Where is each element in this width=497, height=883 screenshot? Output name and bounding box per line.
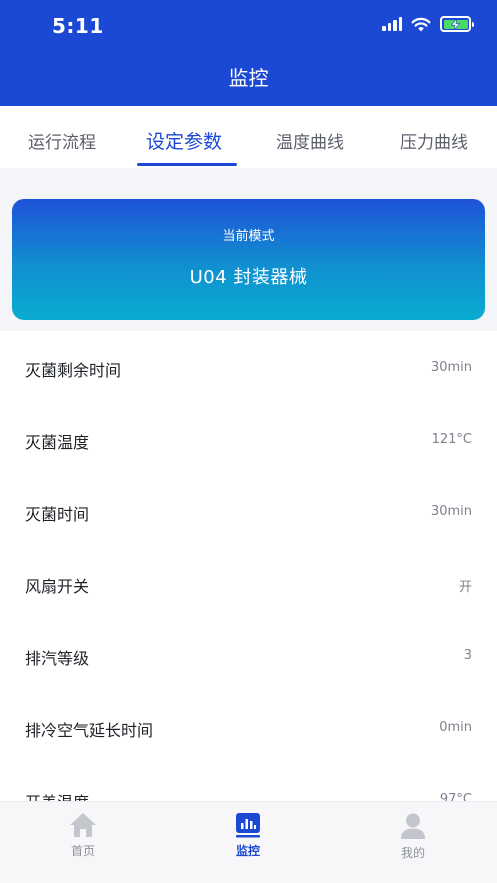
- param-name: 开盖温度: [25, 789, 89, 801]
- param-name: 灭菌时间: [25, 505, 90, 524]
- param-value: 开: [458, 580, 472, 595]
- tab-set-params[interactable]: 设定参数: [146, 127, 222, 154]
- param-name: 排汽等级: [25, 649, 90, 668]
- param-value: 97°C: [439, 792, 472, 801]
- param-value: 3: [463, 648, 472, 663]
- param-name: 排冷空气延长时间: [25, 721, 154, 740]
- param-value: 121°C: [431, 432, 472, 447]
- status-time: 5:11: [52, 14, 104, 38]
- app-header: 5:11 监控: [0, 0, 497, 106]
- battery-charging-icon: [440, 16, 474, 32]
- wifi-icon: [411, 17, 431, 31]
- param-name: 灭菌温度: [25, 433, 90, 452]
- param-value: 30min: [430, 360, 472, 375]
- param-list: 灭菌剩余时间 30min 灭菌温度 121°C 灭菌时间 30min 风扇开关 …: [0, 331, 497, 801]
- param-name: 灭菌剩余时间: [25, 361, 122, 380]
- param-name: 风扇开关: [25, 577, 90, 596]
- tab-run-process[interactable]: 运行流程: [28, 128, 96, 153]
- tab-bar: 运行流程 设定参数 温度曲线 压力曲线: [0, 106, 497, 168]
- param-row-cold-air-extend[interactable]: 排冷空气延长时间 0min: [0, 691, 497, 763]
- home-icon: [70, 813, 96, 837]
- cellular-signal-icon: [382, 17, 402, 31]
- current-mode-card: 当前模式 U04 封装器械: [12, 199, 485, 320]
- tab-pressure-curve[interactable]: 压力曲线: [400, 128, 468, 153]
- nav-home-label: 首页: [70, 844, 95, 858]
- nav-mine-label: 我的: [400, 846, 425, 860]
- param-row-sterilize-time[interactable]: 灭菌时间 30min: [0, 475, 497, 547]
- status-icons: [382, 16, 474, 32]
- status-bar: 5:11: [0, 0, 497, 54]
- param-row-fan-switch[interactable]: 风扇开关 开: [0, 547, 497, 619]
- nav-mine[interactable]: 我的: [373, 812, 453, 861]
- param-value: 30min: [430, 504, 472, 519]
- param-row-remaining-time[interactable]: 灭菌剩余时间 30min: [0, 331, 497, 403]
- param-value: 0min: [439, 720, 472, 735]
- user-icon: [401, 813, 425, 839]
- nav-home[interactable]: 首页: [43, 812, 123, 859]
- param-row-lid-open-temp[interactable]: 开盖温度 97°C: [0, 763, 497, 801]
- param-row-exhaust-level[interactable]: 排汽等级 3: [0, 619, 497, 691]
- page-title: 监控: [228, 66, 269, 90]
- tab-temperature-curve[interactable]: 温度曲线: [276, 128, 344, 153]
- bottom-nav: 首页 监控 我的: [0, 801, 497, 883]
- param-row-sterilize-temp[interactable]: 灭菌温度 121°C: [0, 403, 497, 475]
- active-tab-indicator: [137, 163, 237, 166]
- nav-monitor-label: 监控: [235, 844, 260, 858]
- current-mode-label: 当前模式: [222, 229, 275, 244]
- nav-monitor[interactable]: 监控: [208, 812, 288, 859]
- current-mode-value: U04 封装器械: [189, 267, 308, 288]
- chart-icon: [236, 813, 260, 838]
